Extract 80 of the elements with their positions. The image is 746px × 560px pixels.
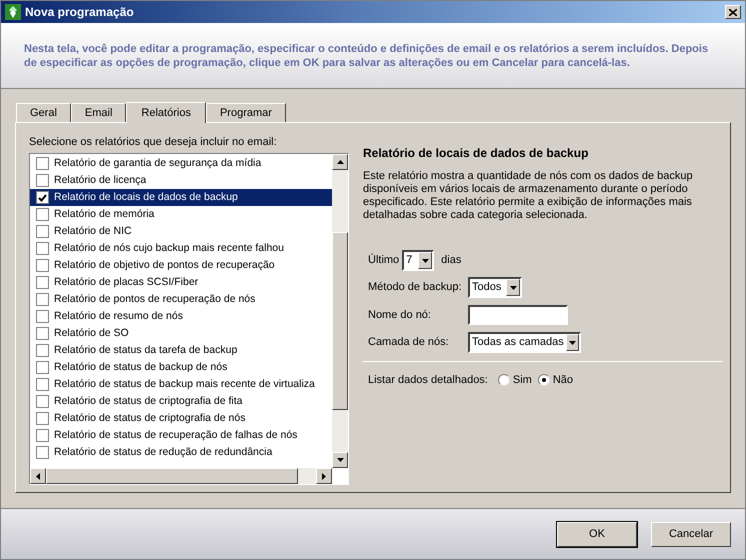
scroll-up-button[interactable] [332, 154, 348, 170]
report-item[interactable]: Relatório de resumo de nós [30, 308, 332, 325]
tier-dropdown[interactable]: Todas as camadas [468, 332, 581, 353]
checkbox[interactable] [36, 242, 49, 255]
report-item[interactable]: Relatório de garantia de segurança da mídia [30, 155, 332, 172]
checkbox[interactable] [36, 361, 49, 374]
report-item[interactable]: Relatório de status de backup mais recente de virtualiza [30, 376, 332, 393]
checkbox[interactable] [36, 191, 49, 204]
checkbox[interactable] [36, 378, 49, 391]
report-item[interactable]: Relatório de placas SCSI/Fiber [30, 274, 332, 291]
method-label: Método de backup: [368, 280, 463, 296]
app-icon [5, 4, 21, 20]
radio-label[interactable]: Sim [512, 372, 532, 388]
tier-label: Camada de nós: [368, 335, 450, 350]
last-label: Último [368, 252, 400, 268]
scroll-thumb[interactable] [332, 232, 348, 410]
right-arrow-icon [322, 472, 326, 480]
days-dropdown[interactable]: 7 [402, 250, 434, 271]
checkbox[interactable] [36, 157, 49, 170]
checkbox[interactable] [36, 293, 49, 306]
vertical-scrollbar[interactable] [332, 154, 348, 468]
dropdown-arrow-icon [510, 286, 516, 290]
report-item[interactable]: Relatório de status de criptografia de nós [30, 410, 332, 427]
report-item[interactable]: Relatório de memória [30, 206, 332, 223]
node-name-label: Nome do nó: [368, 308, 432, 323]
horizontal-scrollbar[interactable] [30, 468, 332, 484]
tab[interactable]: Programar [206, 103, 286, 122]
radio-button[interactable] [538, 374, 550, 386]
scroll-down-button[interactable] [332, 452, 348, 468]
window-title: Nova programação [25, 4, 135, 21]
scroll-left-button[interactable] [30, 468, 46, 484]
detail-label: Listar dados detalhados: [368, 373, 488, 388]
scroll-thumb[interactable] [46, 468, 298, 484]
method-dropdown[interactable]: Todos [468, 277, 522, 298]
report-title: Relatório de locais de dados de backup [363, 145, 590, 162]
checkbox[interactable] [36, 310, 49, 323]
checkbox[interactable] [36, 225, 49, 238]
checkbox[interactable] [36, 174, 49, 187]
report-item[interactable]: Relatório de status da tarefa de backup [30, 342, 332, 359]
report-item[interactable]: Relatório de status de recuperação de falhas de nós [30, 427, 332, 444]
checkbox[interactable] [36, 276, 49, 289]
dialog-button[interactable]: Cancelar [651, 522, 731, 546]
days-label: dias [441, 253, 462, 268]
dialog-button[interactable]: OK [557, 522, 637, 546]
checkbox[interactable] [36, 344, 49, 357]
radio-label[interactable]: Não [552, 372, 574, 388]
report-item[interactable]: Relatório de locais de dados de backup [30, 189, 332, 206]
tab[interactable]: Email [70, 103, 126, 122]
up-arrow-icon [336, 160, 344, 164]
report-item[interactable]: Relatório de SO [30, 325, 332, 342]
close-icon [729, 8, 737, 16]
intro-text: Nesta tela, você pode editar a programação, especificar o conteúdo e definições de email e os relatórios a serem incluídos. Depois de especificar as opções de programação, clique em OK para salvar as alterações ou em Cancelar para cancelá-las. [24, 42, 710, 70]
report-item[interactable]: Relatório de status de backup de nós [30, 359, 332, 376]
left-arrow-icon [36, 472, 40, 480]
checkbox[interactable] [36, 327, 49, 340]
checkbox[interactable] [36, 412, 49, 425]
report-description: Este relatório mostra a quantidade de nós com os dados de backup disponíveis em vários locais de armazenamento durante o período especificado. Este relatório permite a exibição de informações mais detalhadas sobre cada categoria selecionada. [363, 170, 694, 222]
dropdown-arrow-icon [422, 258, 429, 262]
report-item[interactable]: Relatório de pontos de recuperação de nós [30, 291, 332, 308]
checkbox[interactable] [36, 259, 49, 272]
down-arrow-icon [336, 458, 344, 462]
report-item[interactable]: Relatório de status de redução de redundância [30, 444, 332, 461]
checkbox[interactable] [36, 429, 49, 442]
tab[interactable]: Geral [16, 103, 71, 122]
dropdown-arrow-icon [568, 340, 576, 344]
scroll-right-button[interactable] [316, 468, 332, 484]
report-item[interactable]: Relatório de objetivo de pontos de recuperação [30, 257, 332, 274]
checkbox[interactable] [36, 395, 49, 408]
close-button[interactable] [725, 5, 741, 19]
report-item[interactable]: Relatório de nós cujo backup mais recente falhou [30, 240, 332, 257]
list-label: Selecione os relatórios que deseja incluir no email: [29, 136, 278, 149]
report-list[interactable] [29, 153, 349, 485]
checkbox[interactable] [36, 208, 49, 221]
node-name-field[interactable] [468, 305, 568, 325]
radio-button[interactable] [498, 374, 510, 386]
tab[interactable]: Relatórios [126, 102, 206, 123]
report-item[interactable]: Relatório de licença [30, 172, 332, 189]
report-item[interactable]: Relatório de status de criptografia de fita [30, 393, 332, 410]
report-item[interactable]: Relatório de NIC [30, 223, 332, 240]
checkbox[interactable] [36, 446, 49, 459]
